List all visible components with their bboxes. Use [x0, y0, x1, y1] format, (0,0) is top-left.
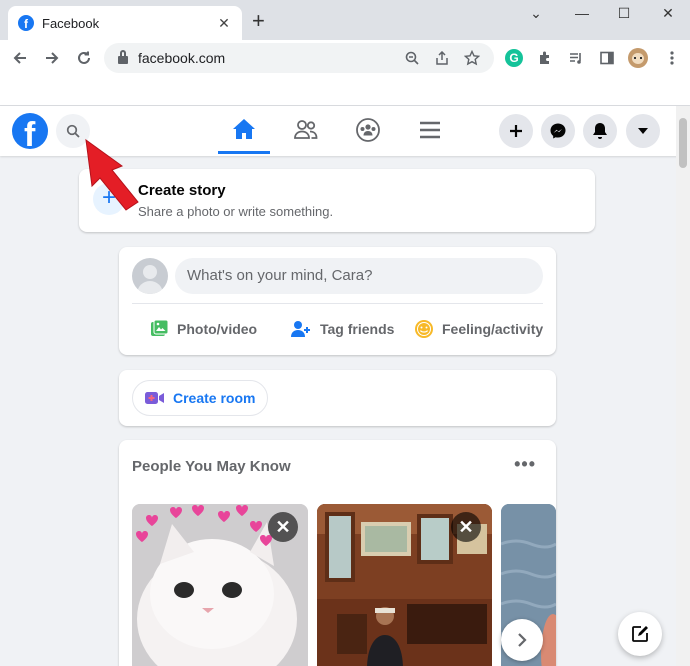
bookmarks-bar-area [0, 76, 690, 106]
photo-video-button[interactable]: Photo/video [149, 317, 257, 341]
media-queue-icon[interactable] [564, 46, 588, 70]
dismiss-suggestion-button[interactable]: ✕ [268, 512, 298, 542]
feeling-activity-button[interactable]: Feeling/activity [414, 317, 543, 341]
maximize-button[interactable]: ☐ [604, 2, 644, 24]
photo-video-icon [149, 319, 169, 339]
compose-icon [632, 626, 648, 642]
person-card-photo[interactable]: ✕ [317, 504, 492, 666]
nav-menu[interactable] [404, 106, 456, 154]
next-suggestions-button[interactable] [501, 619, 543, 661]
grammarly-extension-icon[interactable]: G [502, 46, 526, 70]
photo-video-label: Photo/video [177, 321, 258, 337]
tag-friends-icon [290, 319, 312, 339]
more-options-icon[interactable]: ••• [514, 454, 536, 475]
rooms-card: Create room [119, 370, 556, 426]
account-button[interactable] [626, 114, 660, 148]
person-card-photo[interactable]: ✕ [132, 504, 308, 666]
close-window-button[interactable]: ✕ [648, 2, 688, 24]
nav-home[interactable] [218, 106, 270, 154]
extensions-puzzle-icon[interactable] [533, 46, 557, 70]
annotation-arrow-icon [85, 138, 139, 211]
create-story-card[interactable]: + Create story Share a photo or write so… [79, 169, 595, 232]
create-room-button[interactable]: Create room [132, 380, 269, 416]
share-icon[interactable] [430, 46, 454, 70]
status-input[interactable]: What's on your mind, Cara? [175, 258, 543, 294]
create-story-subtitle: Share a photo or write something. [138, 204, 334, 219]
reload-icon[interactable] [72, 46, 96, 70]
back-icon[interactable] [8, 46, 32, 70]
browser-toolbar: facebook.com G [0, 40, 690, 76]
chevron-right-icon [518, 633, 527, 647]
home-icon [233, 118, 255, 139]
scrollbar-thumb[interactable] [679, 118, 687, 168]
notifications-icon [593, 123, 607, 139]
feeling-activity-label: Feeling/activity [442, 321, 544, 337]
feeling-icon [414, 319, 434, 339]
browser-menu-icon[interactable] [660, 46, 684, 70]
browser-tab-facebook[interactable]: f Facebook ✕ [8, 6, 242, 40]
nav-groups[interactable] [342, 106, 394, 154]
forward-icon[interactable] [40, 46, 64, 70]
zoom-icon[interactable] [400, 46, 424, 70]
new-message-button[interactable] [618, 612, 662, 656]
minimize-button[interactable]: — [562, 2, 602, 24]
create-room-label: Create room [173, 390, 256, 406]
browser-tabstrip: f Facebook ✕ + ⌄ — ☐ ✕ [0, 0, 690, 40]
new-tab-button[interactable]: + [252, 9, 265, 33]
messenger-button[interactable] [541, 114, 575, 148]
messenger-icon [550, 123, 566, 139]
facebook-favicon-icon: f [18, 15, 34, 31]
groups-icon [356, 118, 380, 142]
composer-card: What's on your mind, Cara? Photo/video T… [119, 247, 556, 355]
tab-close-icon[interactable]: ✕ [216, 15, 232, 32]
bookmark-star-icon[interactable] [460, 46, 484, 70]
url-text: facebook.com [138, 50, 226, 66]
avatar[interactable] [132, 258, 168, 294]
create-story-title: Create story [138, 182, 226, 199]
profile-avatar-icon[interactable] [626, 46, 650, 70]
menu-icon [420, 121, 440, 139]
tag-friends-label: Tag friends [320, 321, 395, 337]
create-button[interactable] [499, 114, 533, 148]
lock-icon [118, 50, 128, 64]
pymk-title: People You May Know [132, 458, 291, 475]
notifications-button[interactable] [583, 114, 617, 148]
tab-title: Facebook [42, 15, 100, 31]
search-icon [66, 124, 80, 138]
video-camera-icon [145, 391, 165, 405]
facebook-logo[interactable]: f [12, 113, 48, 149]
tag-friends-button[interactable]: Tag friends [290, 317, 394, 341]
address-bar[interactable]: facebook.com [104, 43, 494, 73]
tab-search-icon[interactable]: ⌄ [516, 2, 556, 24]
people-you-may-know-card: People You May Know ••• ✕ ✕ [119, 440, 556, 666]
dismiss-suggestion-button[interactable]: ✕ [451, 512, 481, 542]
nav-friends[interactable] [280, 106, 332, 154]
friends-icon [294, 120, 318, 139]
caret-down-icon [638, 128, 648, 134]
divider [132, 303, 543, 304]
page-scrollbar[interactable] [676, 106, 690, 666]
plus-icon [510, 125, 522, 137]
side-panel-icon[interactable] [595, 46, 619, 70]
